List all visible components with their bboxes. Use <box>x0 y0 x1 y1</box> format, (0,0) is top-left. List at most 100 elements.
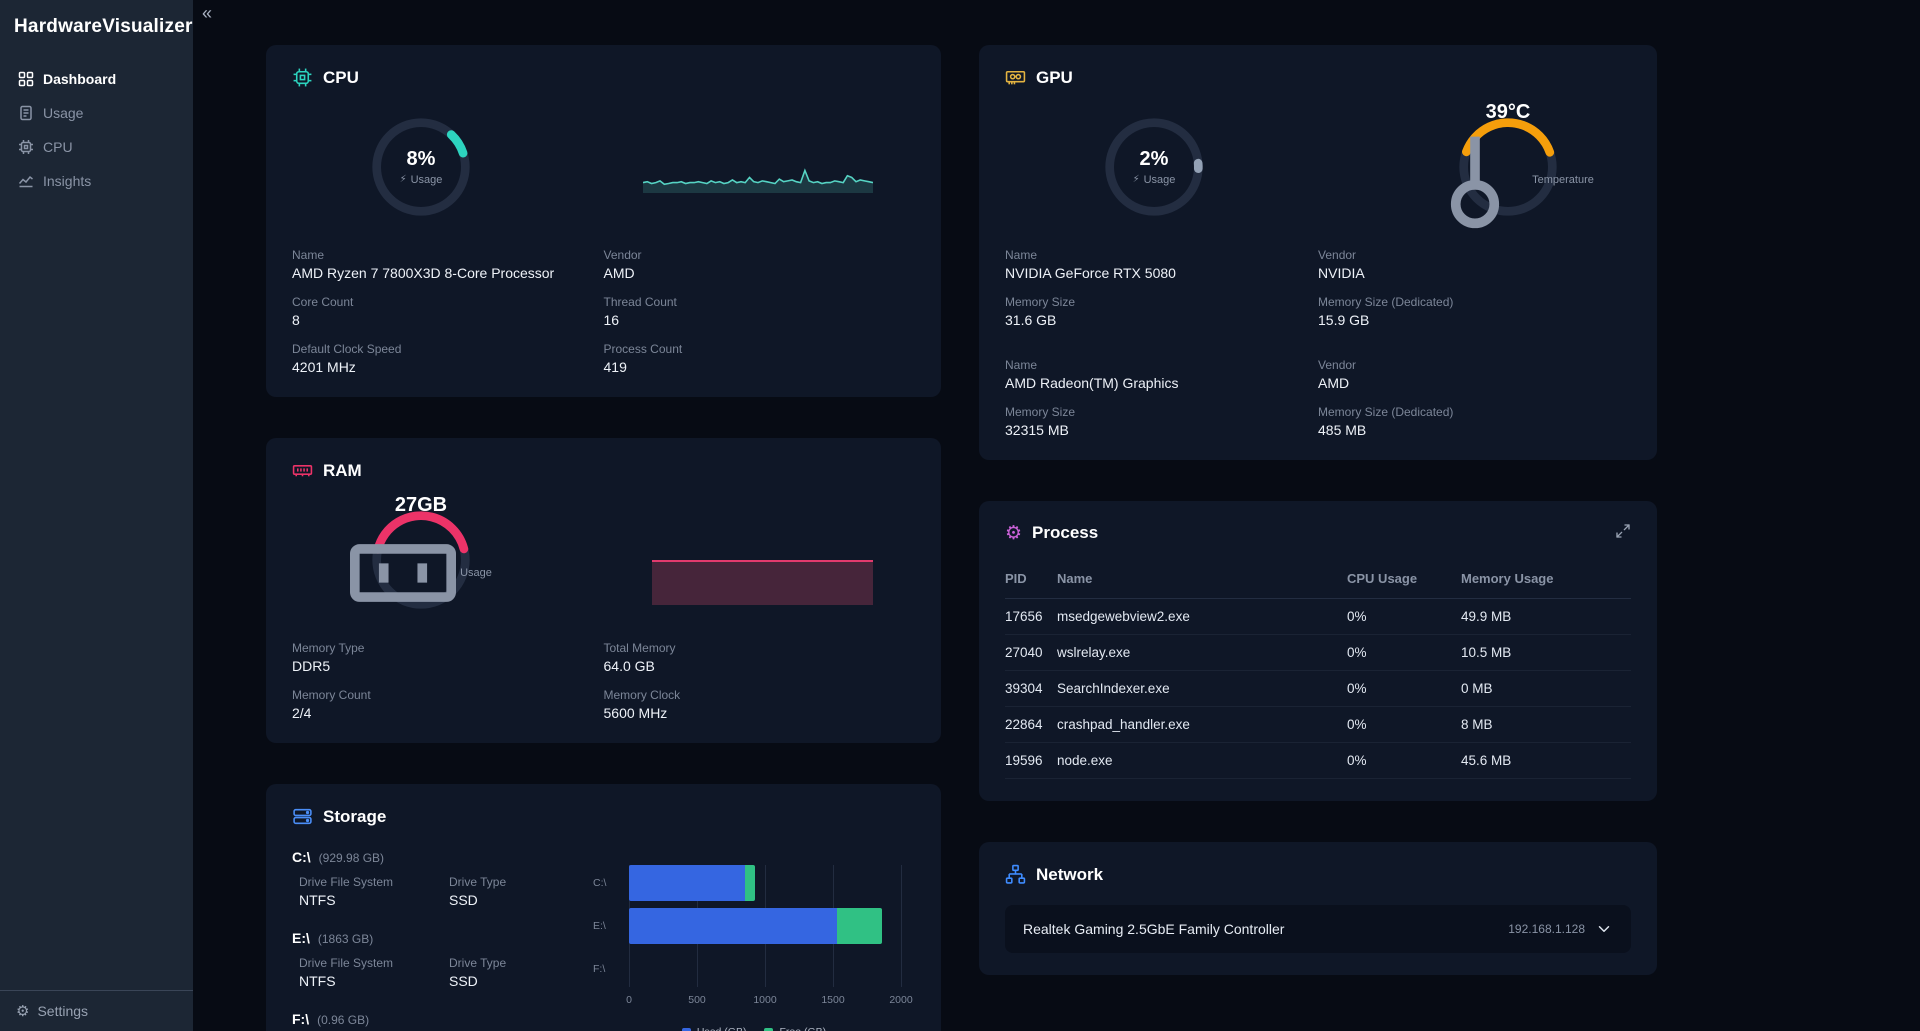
field-label: Name <box>292 248 604 262</box>
card-title-storage: Storage <box>323 807 386 827</box>
cpu-usage-sparkline <box>643 141 873 193</box>
usage-report-icon <box>18 105 34 121</box>
drive-type-value: SSD <box>449 892 577 908</box>
x-tick-label: 2000 <box>889 994 912 1006</box>
sidebar-item-label: CPU <box>43 139 73 155</box>
bolt-icon: ⚡ <box>1133 175 1140 185</box>
process-row[interactable]: 39304SearchIndexer.exe0%0 MB <box>1005 671 1631 707</box>
bar-category-label: F:\ <box>593 963 629 975</box>
cpu-details: NameAMD Ryzen 7 7800X3D 8-Core Processor… <box>292 248 915 375</box>
drive-fs-value: NTFS <box>299 892 449 908</box>
gpu-vendor-value: NVIDIA <box>1318 265 1631 281</box>
sidebar-item-usage[interactable]: Usage <box>0 96 193 130</box>
field-label: Memory Size (Dedicated) <box>1318 295 1631 309</box>
process-table: PID Name CPU Usage Memory Usage 17656mse… <box>1005 561 1631 779</box>
gpu-memory-value: 32315 MB <box>1005 422 1318 438</box>
field-label: Drive File System <box>299 875 449 889</box>
bar-track <box>629 908 901 944</box>
gpu-temp-value: 39°C <box>1486 101 1531 124</box>
col-cpu-usage: CPU Usage <box>1347 571 1461 586</box>
cpu-core-count-value: 8 <box>292 312 604 328</box>
sidebar-item-dashboard[interactable]: Dashboard <box>0 62 193 96</box>
gpu-icon <box>1005 67 1026 88</box>
process-row[interactable]: 17656msedgewebview2.exe0%49.9 MB <box>1005 599 1631 635</box>
cpu-gauge-label: Usage <box>411 174 443 186</box>
sidebar-collapse-button[interactable]: « <box>202 3 212 24</box>
chart-legend: Used (GB) Free (GB) <box>593 1026 915 1031</box>
expand-process-button[interactable] <box>1615 523 1631 542</box>
field-label: Name <box>1005 358 1318 372</box>
card-title-network: Network <box>1036 865 1103 885</box>
field-label: Thread Count <box>604 295 916 309</box>
sidebar-item-insights[interactable]: Insights <box>0 164 193 198</box>
process-gear-icon: ⚙ <box>1005 524 1022 543</box>
field-label: Memory Clock <box>604 688 916 702</box>
dashboard-grid-icon <box>18 71 34 87</box>
ram-icon <box>292 460 313 481</box>
ram-mini-icon <box>350 520 456 626</box>
legend-used-label: Used (GB) <box>697 1026 747 1031</box>
sidebar-item-settings[interactable]: ⚙ Settings <box>0 990 193 1031</box>
x-tick-label: 1500 <box>821 994 844 1006</box>
x-tick-label: 0 <box>626 994 632 1006</box>
field-label: Core Count <box>292 295 604 309</box>
ram-usage-value: 27GB <box>395 494 447 517</box>
gpu-vendor-value: AMD <box>1318 375 1631 391</box>
card-title-cpu: CPU <box>323 68 359 88</box>
cpu-chip-icon <box>292 67 313 88</box>
network-adapter-row[interactable]: Realtek Gaming 2.5GbE Family Controller … <box>1005 905 1631 953</box>
drive-letter: F:\ <box>292 1011 309 1027</box>
col-memory-usage: Memory Usage <box>1461 571 1631 586</box>
drive-letter: E:\ <box>292 930 310 946</box>
field-label: Memory Size <box>1005 295 1318 309</box>
process-table-header: PID Name CPU Usage Memory Usage <box>1005 561 1631 599</box>
card-title-ram: RAM <box>323 461 362 481</box>
network-icon <box>1005 864 1026 885</box>
sidebar-item-cpu[interactable]: CPU <box>0 130 193 164</box>
x-tick-label: 500 <box>688 994 706 1006</box>
process-memory-usage: 10.5 MB <box>1461 645 1631 660</box>
cpu-vendor-value: AMD <box>604 265 916 281</box>
ram-count-value: 2/4 <box>292 705 604 721</box>
bar-track <box>629 865 901 901</box>
field-label: Default Clock Speed <box>292 342 604 356</box>
ram-clock-value: 5600 MHz <box>604 705 916 721</box>
process-row[interactable]: 22864crashpad_handler.exe0%8 MB <box>1005 707 1631 743</box>
storage-bar-row: F:\ <box>629 951 915 987</box>
field-label: Process Count <box>604 342 916 356</box>
app-title: HardwareVisualizer <box>0 0 193 48</box>
process-pid: 39304 <box>1005 681 1057 696</box>
process-row[interactable]: 19596node.exe0%45.6 MB <box>1005 743 1631 779</box>
field-label: Memory Size <box>1005 405 1318 419</box>
process-pid: 27040 <box>1005 645 1057 660</box>
adapter-ip: 192.168.1.128 <box>1508 922 1585 936</box>
sidebar-item-label: Insights <box>43 173 91 189</box>
field-label: Vendor <box>1318 358 1631 372</box>
gpu-name-value: NVIDIA GeForce RTX 5080 <box>1005 265 1318 281</box>
bar-category-label: E:\ <box>593 920 629 932</box>
process-card: ⚙ Process PID Name CPU Usage Memory Usag… <box>979 501 1657 801</box>
gpu-usage-label: Usage <box>1144 174 1176 186</box>
drive-f: F:\(0.96 GB) Drive File SystemFAT32 Driv… <box>292 1011 577 1031</box>
ram-gauge-label: Usage <box>460 567 492 579</box>
sidebar-item-label: Usage <box>43 105 83 121</box>
process-row[interactable]: 27040wslrelay.exe0%10.5 MB <box>1005 635 1631 671</box>
process-pid: 19596 <box>1005 753 1057 768</box>
chevron-down-icon[interactable] <box>1595 920 1613 938</box>
ram-total-value: 64.0 GB <box>604 658 916 674</box>
gpu-usage-gauge: 2% ⚡Usage <box>1101 114 1207 220</box>
process-name: node.exe <box>1057 753 1347 768</box>
maximize-icon <box>1615 523 1631 539</box>
free-bar-segment <box>745 865 756 901</box>
gear-icon: ⚙ <box>16 1004 29 1019</box>
sidebar-item-label: Dashboard <box>43 71 116 87</box>
sidebar: HardwareVisualizer Dashboard Usage CPU I… <box>0 0 193 1031</box>
gpu-device-nvidia: NameNVIDIA GeForce RTX 5080 VendorNVIDIA… <box>1005 248 1631 328</box>
col-name: Name <box>1057 571 1347 586</box>
drive-list: C:\(929.98 GB) Drive File SystemNTFS Dri… <box>292 849 577 1031</box>
cpu-clock-value: 4201 MHz <box>292 359 604 375</box>
field-label: Vendor <box>1318 248 1631 262</box>
drive-type-value: SSD <box>449 973 577 989</box>
process-cpu-usage: 0% <box>1347 717 1461 732</box>
process-cpu-usage: 0% <box>1347 609 1461 624</box>
